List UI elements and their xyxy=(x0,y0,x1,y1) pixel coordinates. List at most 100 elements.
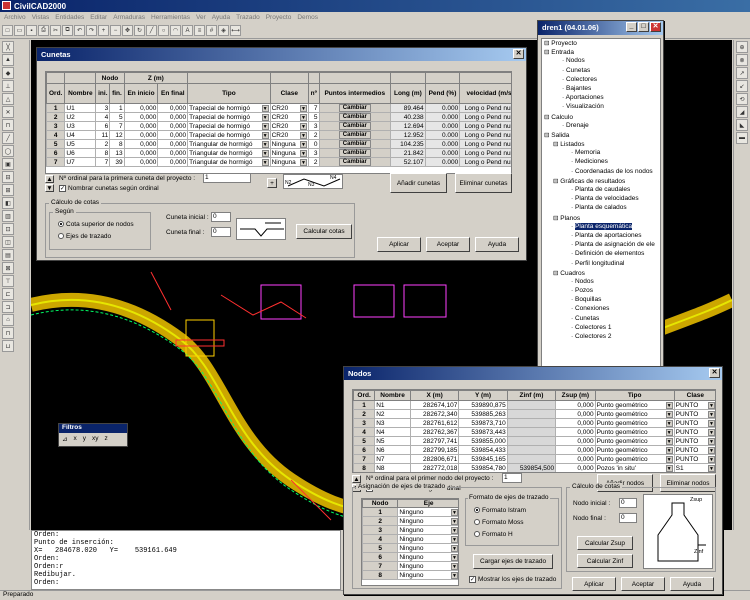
modify-tool-icon[interactable]: ↗ xyxy=(736,67,748,79)
row-nombre[interactable]: N2 xyxy=(374,409,411,419)
row-ini[interactable]: 7 xyxy=(95,157,111,167)
axis-row[interactable]: 4 Ninguno ▼ xyxy=(362,534,458,544)
chevron-down-icon[interactable]: ▼ xyxy=(300,122,308,130)
open-icon[interactable]: ▭ xyxy=(14,25,25,36)
remove-cunetas-button[interactable]: Eliminar cunetas xyxy=(455,173,512,193)
row-y[interactable]: 539885,263 xyxy=(458,409,508,419)
show-axes-checkbox[interactable]: ✓ Mostrar los ejes de trazado xyxy=(469,576,556,583)
axis-select[interactable]: Ninguno ▼ xyxy=(397,534,458,544)
row-en-final[interactable]: 0,000 xyxy=(157,157,189,167)
circle-icon[interactable]: ○ xyxy=(158,25,169,36)
chevron-down-icon[interactable]: ▼ xyxy=(451,562,458,570)
row-clase[interactable]: CR20 ▼ xyxy=(269,103,310,113)
help-button[interactable]: Ayuda xyxy=(475,237,519,252)
chevron-down-icon[interactable]: ▼ xyxy=(665,428,673,436)
draw-tool-icon[interactable]: ▥ xyxy=(2,210,14,222)
row-pend[interactable]: 0.000 xyxy=(424,130,461,140)
row-y[interactable]: 539873,443 xyxy=(458,427,508,437)
plus-button[interactable]: + xyxy=(267,178,277,188)
chevron-down-icon[interactable]: ▼ xyxy=(708,419,715,427)
filter-x[interactable]: x xyxy=(73,435,76,443)
chevron-down-icon[interactable]: ▼ xyxy=(708,410,715,418)
row-ini[interactable]: 6 xyxy=(95,121,111,131)
modify-tool-icon[interactable]: ◣ xyxy=(736,119,748,131)
grid-icon[interactable]: # xyxy=(206,25,217,36)
axis-row[interactable]: 5 Ninguno ▼ xyxy=(362,543,458,553)
text-icon[interactable]: A xyxy=(182,25,193,36)
row-en-inicio[interactable]: 0,000 xyxy=(123,148,159,158)
axis-select[interactable]: Ninguno ▼ xyxy=(397,552,458,562)
draw-tool-icon[interactable]: ⊐ xyxy=(2,301,14,313)
row-nombre[interactable]: U7 xyxy=(64,157,97,167)
tree-item[interactable]: · Planta esquemática xyxy=(542,222,660,232)
axis-select[interactable]: Ninguno ▼ xyxy=(397,543,458,553)
axis-row[interactable]: 2 Ninguno ▼ xyxy=(362,516,458,526)
cunetas-grid[interactable]: Nodo Z (m) Ord. Nombre ini. fin. En inic… xyxy=(45,71,512,174)
maximize-icon[interactable]: □ xyxy=(638,22,649,32)
row-nombre[interactable]: U6 xyxy=(64,148,97,158)
row-long[interactable]: 40.238 xyxy=(390,112,426,122)
row-zsup[interactable]: 0,000 xyxy=(555,427,596,437)
row-long[interactable]: 12.694 xyxy=(390,121,426,131)
tree-item[interactable]: · Coordenadas de los nodos xyxy=(542,168,660,177)
row-fin[interactable]: 39 xyxy=(109,157,125,167)
zoom-in-icon[interactable]: + xyxy=(98,25,109,36)
row-clase[interactable]: Ninguna ▼ xyxy=(269,148,310,158)
modify-tool-icon[interactable]: ⟲ xyxy=(736,93,748,105)
chevron-down-icon[interactable]: ▼ xyxy=(261,158,269,166)
axis-row[interactable]: 6 Ninguno ▼ xyxy=(362,552,458,562)
menu-herramientas[interactable]: Herramientas xyxy=(151,14,190,21)
draw-tool-icon[interactable]: ⊤ xyxy=(2,275,14,287)
tree-item[interactable]: · Boquillas xyxy=(542,296,660,305)
cambiar-button[interactable]: Cambiar xyxy=(338,122,371,130)
row-zinf[interactable]: 539854,500 xyxy=(506,463,557,472)
row-n[interactable]: 2 xyxy=(308,130,320,140)
draw-tool-icon[interactable]: ▤ xyxy=(2,249,14,261)
draw-tool-icon[interactable]: ◫ xyxy=(2,236,14,248)
axis-select[interactable]: Ninguno ▼ xyxy=(397,516,458,526)
row-velocidad[interactable]: Long o Pend nula xyxy=(459,103,511,113)
row-zsup[interactable]: 0,000 xyxy=(555,409,596,419)
row-x[interactable]: 282762,367 xyxy=(409,427,460,437)
pan-icon[interactable]: ✥ xyxy=(122,25,133,36)
row-long[interactable]: 52.107 xyxy=(390,157,426,167)
cuneta-row[interactable]: 4 U4 11 12 0,000 0,000 Trapecial de hormigó ▼ CR… xyxy=(46,130,511,140)
tree-item[interactable]: · Drenaje xyxy=(542,122,660,131)
tree-item[interactable]: ⊟ Planos xyxy=(542,214,660,223)
chevron-down-icon[interactable]: ▼ xyxy=(300,104,308,112)
chevron-down-icon[interactable]: ▼ xyxy=(708,464,715,472)
tree-item[interactable]: · Bajantes xyxy=(542,85,660,94)
row-clase[interactable]: CR20 ▼ xyxy=(269,130,310,140)
row-zinf[interactable] xyxy=(506,445,557,455)
row-en-final[interactable]: 0,000 xyxy=(157,148,189,158)
row-puntos[interactable]: Cambiar xyxy=(318,103,392,113)
draw-tool-icon[interactable]: △ xyxy=(2,93,14,105)
row-puntos[interactable]: Cambiar xyxy=(318,139,392,149)
menu-proyecto[interactable]: Proyecto xyxy=(266,14,292,21)
node-row[interactable]: 3 N3 282761,612 539873,710 0,000 Punto geomét… xyxy=(353,418,715,428)
draw-tool-icon[interactable]: ✕ xyxy=(2,106,14,118)
snap-icon[interactable]: ◈ xyxy=(218,25,229,36)
accept-button[interactable]: Aceptar xyxy=(621,577,665,591)
menu-demos[interactable]: Demos xyxy=(297,14,318,21)
row-zinf[interactable] xyxy=(506,427,557,437)
tree-item[interactable]: ⊟ Salida xyxy=(542,131,660,140)
close-icon[interactable]: ✕ xyxy=(513,49,524,59)
node-fin-input[interactable]: 0 xyxy=(619,513,637,523)
copy-icon[interactable]: ⧉ xyxy=(62,25,73,36)
row-tipo[interactable]: Punto geométrico ▼ xyxy=(594,436,675,446)
draw-tool-icon[interactable]: ⊠ xyxy=(2,262,14,274)
row-en-inicio[interactable]: 0,000 xyxy=(123,112,159,122)
row-zsup[interactable]: 0,000 xyxy=(555,400,596,410)
row-n[interactable]: 3 xyxy=(308,148,320,158)
row-clase[interactable]: PUNTO ▼ xyxy=(673,427,715,437)
row-zsup[interactable]: 0,000 xyxy=(555,463,596,472)
axis-select[interactable]: Ninguno ▼ xyxy=(397,570,458,580)
row-clase[interactable]: Ninguna ▼ xyxy=(269,157,310,167)
row-fin[interactable]: 8 xyxy=(109,139,125,149)
tree-item[interactable]: · Cunetas xyxy=(542,67,660,76)
tree-item[interactable]: · Planta de aportaciones xyxy=(542,232,660,241)
row-velocidad[interactable]: Long o Pend nula xyxy=(459,139,511,149)
row-zinf[interactable] xyxy=(506,400,557,410)
undo-icon[interactable]: ↶ xyxy=(74,25,85,36)
